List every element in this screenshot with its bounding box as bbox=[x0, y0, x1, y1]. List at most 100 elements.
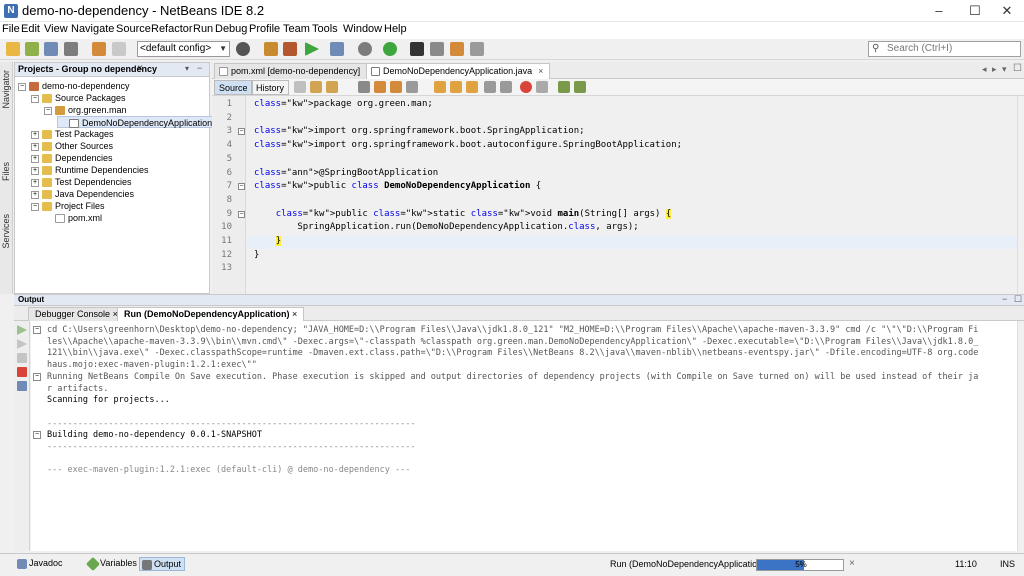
find-next-icon[interactable] bbox=[390, 81, 402, 93]
menu-debug[interactable]: Debug bbox=[215, 23, 247, 35]
menu-refactor[interactable]: Refactor bbox=[151, 23, 193, 35]
uncomment-icon[interactable] bbox=[574, 81, 586, 93]
menu-window[interactable]: Window bbox=[343, 23, 382, 35]
collapse-icon[interactable]: − bbox=[18, 82, 26, 91]
shift-right-icon[interactable] bbox=[500, 81, 512, 93]
rerun-icon[interactable] bbox=[17, 325, 27, 335]
variables-tab[interactable]: Variables bbox=[85, 556, 140, 572]
target-icon[interactable] bbox=[236, 42, 250, 56]
expand-icon[interactable]: + bbox=[31, 190, 39, 199]
start-macro-icon[interactable] bbox=[520, 81, 532, 93]
projects-close-button[interactable]: × bbox=[137, 63, 143, 74]
toggle-highlight-icon[interactable] bbox=[406, 81, 418, 93]
apply-changes-icon[interactable] bbox=[383, 42, 397, 56]
services-tab[interactable]: Services bbox=[1, 214, 11, 249]
minimize-panel-icon[interactable]: − bbox=[197, 63, 202, 73]
new-project-icon[interactable] bbox=[6, 42, 20, 56]
stop-icon[interactable] bbox=[17, 367, 27, 377]
tree-item[interactable]: pom.xml bbox=[44, 212, 102, 224]
tab-debugger-console[interactable]: Debugger Console × bbox=[28, 307, 125, 321]
output-tab[interactable]: Output bbox=[139, 557, 186, 571]
javadoc-tab[interactable]: Javadoc bbox=[15, 557, 66, 571]
tree-item[interactable]: + Dependencies bbox=[31, 152, 113, 164]
running-task-label[interactable]: Run (DemoNoDependencyApplication) bbox=[610, 559, 765, 569]
next-bookmark-icon[interactable] bbox=[450, 81, 462, 93]
expand-icon[interactable]: + bbox=[31, 154, 39, 163]
profile-icon[interactable] bbox=[358, 42, 372, 56]
toggle-bookmark-icon[interactable] bbox=[466, 81, 478, 93]
menu-edit[interactable]: Edit bbox=[21, 23, 40, 35]
tree-item[interactable]: − org.green.man bbox=[44, 104, 127, 116]
redo-icon[interactable] bbox=[112, 42, 126, 56]
run-icon[interactable] bbox=[305, 42, 319, 56]
rerun-goals-icon[interactable] bbox=[17, 339, 27, 349]
fold-icon[interactable]: − bbox=[238, 210, 245, 218]
collapse-icon[interactable]: − bbox=[31, 94, 39, 103]
expand-icon[interactable]: + bbox=[31, 178, 39, 187]
tree-item[interactable]: + Java Dependencies bbox=[31, 188, 134, 200]
fold-icon[interactable]: − bbox=[238, 128, 245, 136]
tab-close-icon[interactable]: × bbox=[292, 309, 297, 319]
tree-item[interactable]: DemoNoDependencyApplication.java bbox=[57, 116, 233, 129]
output-console[interactable]: cd C:\Users\greenhorn\Desktop\demo-no-de… bbox=[31, 321, 1017, 551]
menu-run[interactable]: Run bbox=[193, 23, 213, 35]
menu-source[interactable]: Source bbox=[116, 23, 151, 35]
pause-icon[interactable] bbox=[450, 42, 464, 56]
source-tab[interactable]: Source bbox=[214, 80, 253, 95]
clean-build-icon[interactable] bbox=[283, 42, 297, 56]
settings-icon[interactable] bbox=[17, 381, 27, 391]
tools-icon[interactable] bbox=[470, 42, 484, 56]
menu-navigate[interactable]: Navigate bbox=[71, 23, 114, 35]
shift-left-icon[interactable] bbox=[484, 81, 496, 93]
forward-icon[interactable] bbox=[326, 81, 338, 93]
cancel-task-button[interactable]: × bbox=[849, 558, 855, 569]
stop-macro-icon[interactable] bbox=[536, 81, 548, 93]
terminal-icon[interactable] bbox=[410, 42, 424, 56]
fold-icon[interactable]: − bbox=[238, 183, 245, 191]
maximize-panel-icon[interactable]: ☐ bbox=[1014, 294, 1022, 305]
minimize-button[interactable]: – bbox=[922, 0, 956, 22]
tab-close-icon[interactable]: × bbox=[538, 66, 543, 76]
close-button[interactable]: ✕ bbox=[990, 0, 1024, 22]
expand-icon[interactable]: + bbox=[31, 142, 39, 151]
back-icon[interactable] bbox=[310, 81, 322, 93]
build-icon[interactable] bbox=[264, 42, 278, 56]
find-previous-icon[interactable] bbox=[374, 81, 386, 93]
menu-tools[interactable]: Tools bbox=[312, 23, 338, 35]
debug-icon[interactable] bbox=[330, 42, 344, 56]
resume-icon[interactable] bbox=[17, 353, 27, 363]
deploy-icon[interactable] bbox=[430, 42, 444, 56]
prev-bookmark-icon[interactable] bbox=[434, 81, 446, 93]
expand-icon[interactable]: + bbox=[31, 166, 39, 175]
panel-menu-icon[interactable]: ▾ bbox=[185, 64, 189, 73]
tree-item[interactable]: − demo-no-dependency bbox=[18, 80, 130, 92]
save-all-icon[interactable] bbox=[64, 42, 78, 56]
menu-team[interactable]: Team bbox=[283, 23, 310, 35]
menu-profile[interactable]: Profile bbox=[249, 23, 280, 35]
tab-pom-xml[interactable]: pom.xml [demo-no-dependency]× bbox=[214, 63, 379, 79]
scroll-left-icon[interactable]: ◂ bbox=[982, 64, 987, 75]
menu-view[interactable]: View bbox=[44, 23, 68, 35]
tab-list-icon[interactable]: ▾ bbox=[1002, 64, 1007, 75]
collapse-icon[interactable]: − bbox=[33, 326, 41, 334]
new-file-icon[interactable] bbox=[25, 42, 39, 56]
open-project-icon[interactable] bbox=[44, 42, 58, 56]
collapse-icon[interactable]: − bbox=[31, 202, 39, 211]
code-editor[interactable]: class="kw">package org.green.man; class="… bbox=[247, 96, 1017, 294]
collapse-icon[interactable]: − bbox=[44, 106, 52, 115]
output-scrollbar[interactable] bbox=[1017, 321, 1024, 551]
menu-file[interactable]: File bbox=[2, 23, 20, 35]
history-tab[interactable]: History bbox=[251, 80, 290, 95]
tab-run-output[interactable]: Run (DemoNoDependencyApplication) × bbox=[117, 307, 305, 321]
maximize-button[interactable]: ☐ bbox=[958, 0, 992, 22]
files-tab[interactable]: Files bbox=[1, 162, 11, 181]
config-select[interactable]: <default config> ▼ bbox=[137, 41, 230, 57]
tree-item[interactable]: + Other Sources bbox=[31, 140, 113, 152]
tab-demo-application[interactable]: DemoNoDependencyApplication.java × bbox=[366, 63, 551, 79]
collapse-icon[interactable]: − bbox=[33, 431, 41, 440]
search-input[interactable]: ⚲ Search (Ctrl+I) bbox=[868, 41, 1021, 57]
minimize-panel-icon[interactable]: − bbox=[1002, 294, 1007, 304]
undo-icon[interactable] bbox=[92, 42, 106, 56]
menu-help[interactable]: Help bbox=[384, 23, 407, 35]
tree-item[interactable]: + Test Packages bbox=[31, 128, 114, 140]
